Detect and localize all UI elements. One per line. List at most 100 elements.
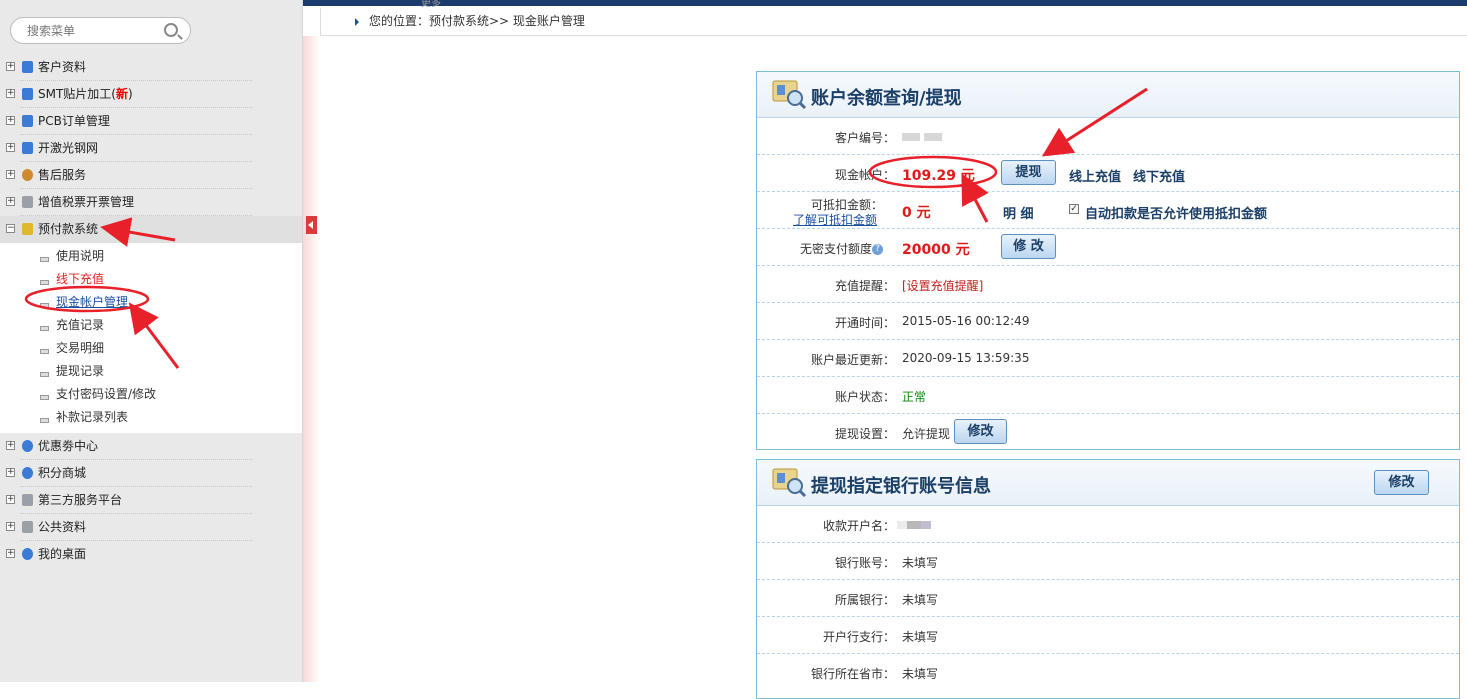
breadcrumb-text: 您的位置：预付款系统>> 现金账户管理: [369, 14, 585, 28]
expand-icon[interactable]: +: [6, 170, 15, 179]
expand-icon[interactable]: +: [6, 62, 15, 71]
withdraw-setting-value: 允许提现: [902, 427, 951, 441]
account-balance-panel: 账户余额查询/提现 客户编号： 现金帐户： 109.29 元 提现 线上充值 线…: [756, 71, 1460, 450]
sidebar-item-desktop[interactable]: + 我的桌面: [0, 541, 302, 568]
row-withdraw-setting: 提现设置： 允许提现 修改: [757, 414, 1459, 451]
set-reminder-link[interactable]: [设置充值提醒]: [902, 277, 983, 294]
expand-icon[interactable]: +: [6, 495, 15, 504]
panel-title: 提现指定银行账号信息: [811, 476, 991, 497]
breadcrumb: 您的位置：预付款系统>> 现金账户管理: [320, 8, 1467, 36]
doc-icon: [40, 303, 49, 308]
expand-icon[interactable]: +: [6, 522, 15, 531]
row-cash-account: 现金帐户： 109.29 元 提现 线上充值 线下充值: [757, 155, 1459, 192]
sidebar-item-coupons[interactable]: + 优惠劵中心: [0, 433, 302, 460]
expand-icon[interactable]: +: [6, 549, 15, 558]
cash-balance-value: 109.29 元: [902, 168, 975, 184]
top-header-strip: 更多: [303, 0, 1467, 9]
modify-bank-button[interactable]: 修改: [1374, 470, 1429, 495]
expand-icon[interactable]: +: [6, 89, 15, 98]
sidebar-item-label: 开激光钢网: [38, 141, 99, 155]
sidebar-item-label: SMT贴片加工(: [38, 87, 116, 101]
sidebar-item-customer[interactable]: + 客户资料: [0, 54, 302, 81]
wallet-icon: [22, 223, 33, 235]
search-icon[interactable]: [164, 23, 178, 37]
breadcrumb-arrow-icon: [355, 18, 359, 26]
expand-icon[interactable]: +: [6, 468, 15, 477]
online-recharge-link[interactable]: 线上充值: [1069, 166, 1121, 185]
sidebar-item-third-party[interactable]: + 第三方服务平台: [0, 487, 302, 514]
sidebar-item-smt[interactable]: + SMT贴片加工(新): [0, 81, 302, 108]
field-label: 开通时间: [834, 316, 883, 330]
submenu-label: 现金帐户管理: [56, 295, 129, 309]
bank-province-value: 未填写: [902, 667, 939, 681]
sidebar-item-aftersales[interactable]: + 售后服务: [0, 162, 302, 189]
doc-icon: [40, 418, 49, 423]
sidebar-collapse-strip: [303, 36, 320, 682]
submenu-item-cash-account[interactable]: 现金帐户管理: [0, 291, 302, 314]
modify-limit-button[interactable]: 修 改: [1001, 234, 1056, 259]
row-open-time: 开通时间： 2015-05-16 00:12:49: [757, 303, 1459, 340]
field-label: 账户状态: [834, 390, 883, 404]
bank-account-value: 未填写: [902, 556, 939, 570]
expand-icon[interactable]: +: [6, 441, 15, 450]
submenu-item-withdraw-records[interactable]: 提现记录: [0, 360, 302, 383]
withdraw-button[interactable]: 提现: [1001, 160, 1056, 185]
doc-icon: [40, 326, 49, 331]
submenu-item-offline-recharge[interactable]: 线下充值: [0, 268, 302, 291]
detail-link[interactable]: 明 细: [1003, 203, 1034, 222]
new-badge: 新: [115, 87, 128, 101]
field-label: 开户行支行: [822, 630, 883, 644]
offline-recharge-link[interactable]: 线下充值: [1133, 166, 1185, 185]
doc-icon: [40, 257, 49, 262]
row-last-update: 账户最近更新： 2020-09-15 13:59:35: [757, 340, 1459, 377]
help-icon[interactable]: ?: [872, 244, 883, 255]
field-label: 无密支付额度: [799, 242, 872, 256]
sidebar-item-public-docs[interactable]: + 公共资料: [0, 514, 302, 541]
sidebar-item-label: 积分商城: [38, 466, 87, 480]
platform-icon: [22, 494, 33, 506]
expand-icon[interactable]: +: [6, 197, 15, 206]
desktop-icon: [22, 548, 33, 560]
submenu-item-recharge-records[interactable]: 充值记录: [0, 314, 302, 337]
submenu-item-supplement-records[interactable]: 补款记录列表: [0, 406, 302, 429]
account-search-icon: [772, 80, 807, 109]
expand-icon[interactable]: +: [6, 116, 15, 125]
submenu-label: 线下充值: [56, 272, 105, 286]
sidebar-item-label: PCB订单管理: [38, 114, 110, 128]
field-label: 提现设置: [834, 427, 883, 441]
sidebar-item-prepaid[interactable]: − 预付款系统: [0, 216, 302, 243]
sidebar-item-points-mall[interactable]: + 积分商城: [0, 460, 302, 487]
field-label: 银行所在省市: [810, 667, 883, 681]
submenu-item-pay-password[interactable]: 支付密码设置/修改: [0, 383, 302, 406]
field-label: 充值提醒: [834, 279, 883, 293]
submenu-item-usage[interactable]: 使用说明: [0, 245, 302, 268]
points-icon: [22, 467, 33, 479]
collapse-icon[interactable]: −: [6, 224, 15, 233]
row-nopwd-limit: 无密支付额度? 20000 元 修 改: [757, 229, 1459, 266]
account-status-value: 正常: [902, 390, 927, 404]
row-bank-province: 银行所在省市： 未填写: [757, 654, 1459, 691]
row-customer-id: 客户编号：: [757, 118, 1459, 155]
payee-name-value: [897, 517, 931, 531]
search-input[interactable]: [27, 18, 167, 43]
field-label-group: 无密支付额度?: [757, 240, 883, 257]
sidebar-item-label: 第三方服务平台: [38, 493, 123, 507]
sidebar-item-stencil[interactable]: + 开激光钢网: [0, 135, 302, 162]
row-account-status: 账户状态： 正常: [757, 377, 1459, 414]
submenu-item-transactions[interactable]: 交易明细: [0, 337, 302, 360]
sidebar-item-pcb[interactable]: + PCB订单管理: [0, 108, 302, 135]
field-label: 收款开户名: [822, 519, 883, 533]
doc-icon: [40, 349, 49, 354]
collapse-sidebar-icon[interactable]: [306, 216, 317, 234]
sidebar-item-invoice[interactable]: + 增值税票开票管理: [0, 189, 302, 216]
modify-withdraw-setting-button[interactable]: 修改: [954, 419, 1007, 444]
deductible-help-link[interactable]: 了解可抵扣金额: [793, 211, 877, 228]
invoice-icon: [22, 196, 33, 208]
auto-deduct-checkbox[interactable]: ✓: [1069, 204, 1079, 214]
sidebar-item-label: 公共资料: [38, 520, 87, 534]
nopwd-limit-value: 20000 元: [902, 242, 970, 258]
field-label: 客户编号: [834, 131, 883, 145]
row-payee-name: 收款开户名：: [757, 506, 1459, 543]
expand-icon[interactable]: +: [6, 143, 15, 152]
search-box[interactable]: [10, 17, 191, 44]
